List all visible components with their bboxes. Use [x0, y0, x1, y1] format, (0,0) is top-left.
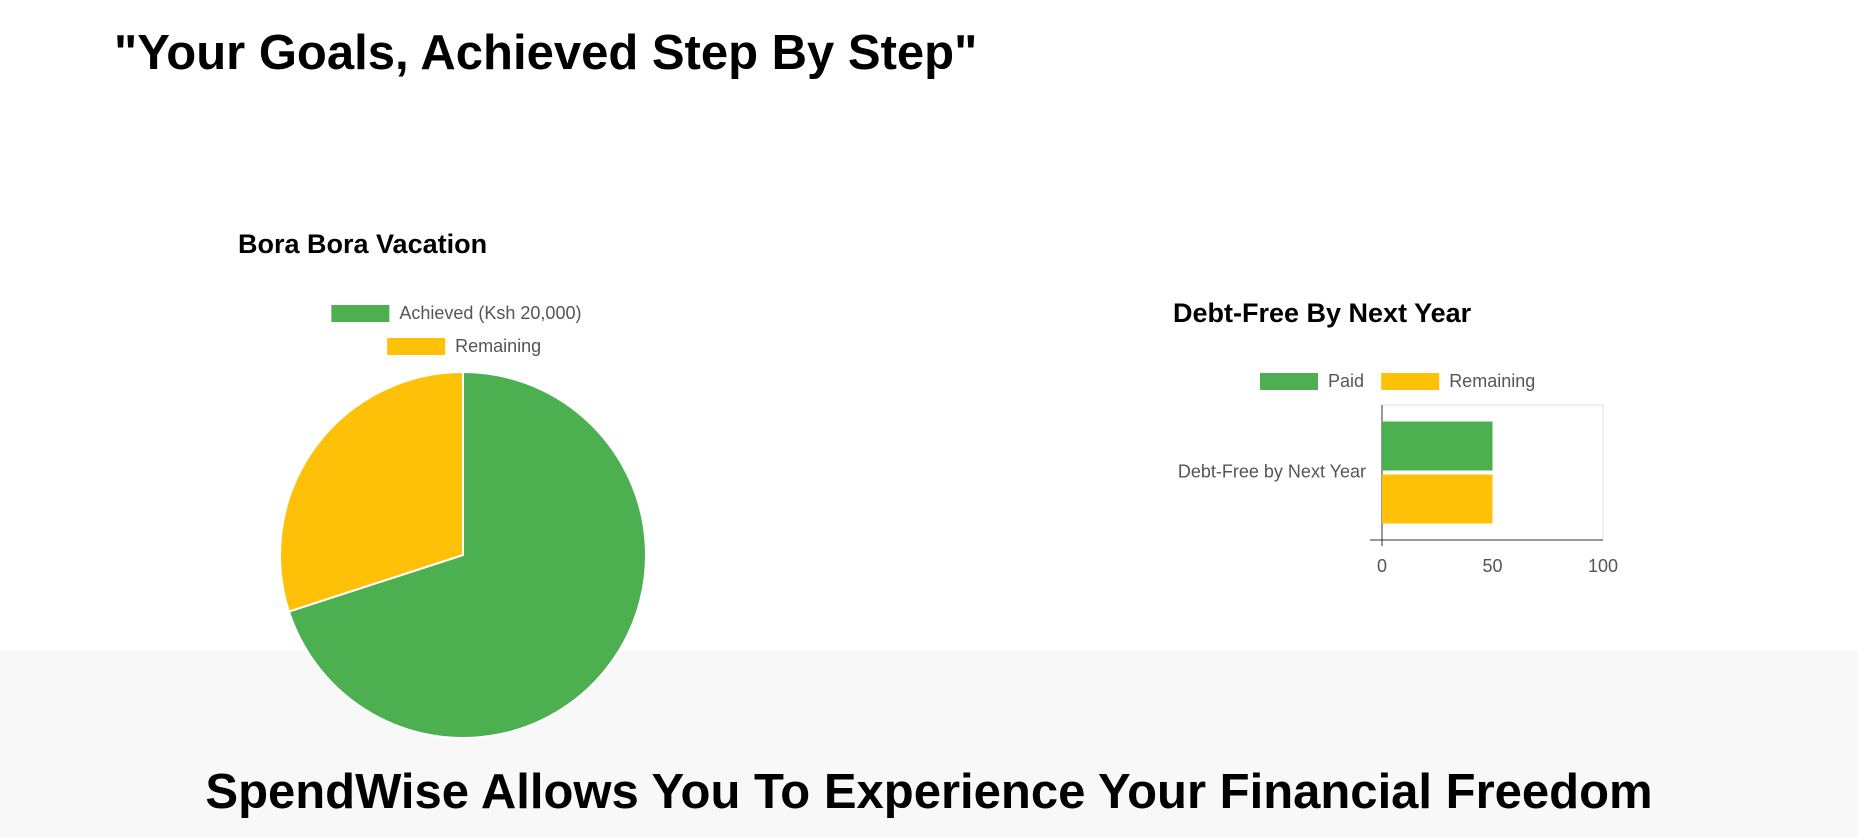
- x-tick-label-0: 0: [1377, 556, 1387, 576]
- legend-swatch-1: [387, 338, 446, 355]
- legend-label-paid: Paid: [1328, 371, 1364, 391]
- pie-chart: Achieved (Ksh 20,000) Remaining: [279, 303, 647, 739]
- footer-title: SpendWise Allows You To Experience Your …: [205, 765, 1653, 819]
- bar-paid: [1382, 421, 1493, 471]
- x-tick-label-2: 100: [1588, 556, 1618, 576]
- bar-chart: Debt-Free by Next Year 0 50 100 Paid Remainin…: [1178, 371, 1618, 576]
- legend-swatch-remaining: [1381, 373, 1440, 390]
- legend-swatch-paid: [1260, 373, 1318, 390]
- legend-label-0: Achieved (Ksh 20,000): [399, 303, 581, 323]
- legend-swatch-0: [331, 305, 390, 322]
- bar-remaining: [1382, 474, 1493, 524]
- legend-label-1: Remaining: [455, 336, 541, 356]
- x-tick-label-1: 50: [1482, 556, 1502, 576]
- category-label: Debt-Free by Next Year: [1178, 462, 1366, 482]
- legend-label-remaining: Remaining: [1449, 371, 1535, 391]
- bar-chart-title: Debt-Free By Next Year: [1173, 298, 1472, 328]
